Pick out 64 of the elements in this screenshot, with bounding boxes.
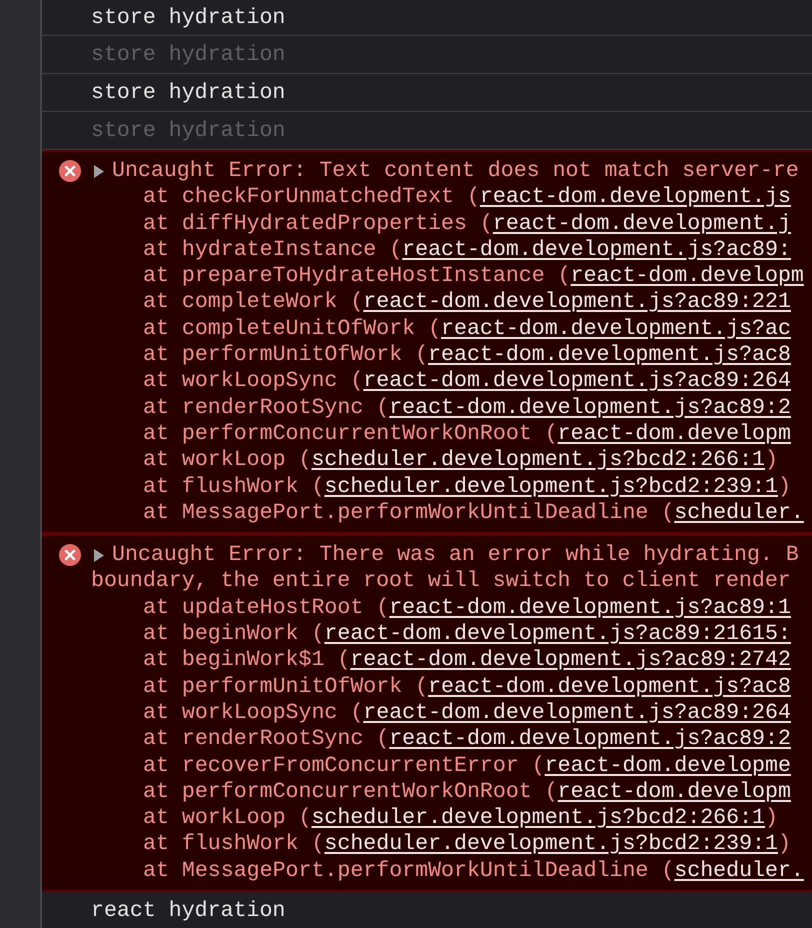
source-link[interactable]: react-dom.development.js?ac89:	[402, 236, 791, 264]
source-link[interactable]: react-dom.developm	[570, 263, 804, 290]
source-link[interactable]: react-dom.development.js?ac89:21615:	[324, 621, 791, 648]
source-link[interactable]: react-dom.development.js	[480, 184, 791, 211]
source-link[interactable]: scheduler.	[674, 858, 804, 884]
stack-frame: at workLoop (	[143, 447, 312, 474]
stack-frame-end: )	[765, 805, 778, 832]
source-link[interactable]: react-dom.development.js?ac89:264	[363, 700, 791, 726]
stack-frame: at workLoopSync (	[143, 700, 364, 726]
stack-frame: at renderRootSync (	[143, 394, 390, 421]
expand-triangle-icon[interactable]	[93, 548, 105, 562]
stack-frame: at performUnitOfWork (	[143, 674, 428, 700]
stack-frame: at beginWork (	[143, 621, 324, 648]
stack-frame: at checkForUnmatchedText (	[143, 184, 480, 211]
error-message: boundary, the entire root will switch to client render	[91, 568, 792, 595]
stack-frame: at updateHostRoot (	[143, 594, 390, 622]
stack-frame: at beginWork$1 (	[143, 647, 350, 674]
log-message: store hydration	[91, 42, 286, 66]
source-link[interactable]: react-dom.developm	[558, 778, 791, 806]
error-icon	[58, 160, 80, 182]
stack-frame: at performConcurrentWorkOnRoot (	[143, 420, 558, 448]
source-link[interactable]: react-dom.development.js?ac89:2	[389, 726, 791, 753]
error-message: Uncaught Error: There was an error while hydrating. B	[112, 542, 799, 568]
stack-frame: at performConcurrentWorkOnRoot (	[143, 778, 558, 806]
error-message: Uncaught Error: Text content does not match server-re	[112, 158, 799, 184]
log-message: react hydration	[91, 898, 286, 923]
source-link[interactable]: react-dom.development.js?ac8	[428, 342, 791, 368]
stack-frame: at recoverFromConcurrentError (	[143, 752, 545, 779]
stack-frame: at prepareToHydrateHostInstance (	[143, 263, 571, 290]
source-link[interactable]: react-dom.development.js?ac	[441, 316, 791, 342]
source-link[interactable]: react-dom.development.js?ac89:2742	[350, 647, 791, 674]
error-icon	[58, 544, 80, 566]
expand-triangle-icon[interactable]	[93, 164, 105, 178]
source-link[interactable]: react-dom.development.js?ac89:221	[363, 289, 791, 316]
stack-frame-end: )	[778, 474, 791, 500]
source-link[interactable]: scheduler.	[674, 500, 804, 526]
stack-frame: at workLoop (	[143, 805, 312, 832]
source-link[interactable]: react-dom.development.js?ac89:1	[389, 594, 791, 622]
stack-frame-end: )	[778, 831, 791, 858]
source-link[interactable]: react-dom.development.j	[492, 210, 791, 237]
source-link[interactable]: react-dom.development.js?ac89:264	[363, 368, 791, 395]
stack-frame: at flushWork (	[143, 474, 324, 500]
log-message: store hydration	[91, 6, 286, 30]
stack-frame: at workLoopSync (	[143, 368, 364, 395]
stack-frame: at MessagePort.performWorkUntilDeadline (	[143, 858, 674, 884]
source-link[interactable]: react-dom.development.js?ac89:2	[389, 394, 791, 421]
stack-frame: at hydrateInstance (	[143, 236, 402, 264]
stack-frame: at renderRootSync (	[143, 726, 390, 753]
stack-frame: at performUnitOfWork (	[143, 342, 428, 368]
stack-frame: at completeWork (	[143, 289, 364, 316]
stack-frame: at diffHydratedProperties (	[143, 210, 493, 237]
source-link[interactable]: scheduler.development.js?bcd2:266:1	[311, 447, 766, 474]
stack-frame: at flushWork (	[143, 831, 324, 858]
source-link[interactable]: scheduler.development.js?bcd2:266:1	[311, 805, 766, 832]
source-link[interactable]: scheduler.development.js?bcd2:239:1	[324, 474, 778, 500]
source-link[interactable]: react-dom.developm	[558, 420, 791, 448]
source-link[interactable]: scheduler.development.js?bcd2:239:1	[324, 831, 778, 858]
log-message: store hydration	[91, 118, 286, 142]
stack-frame: at completeUnitOfWork (	[143, 316, 442, 342]
stack-frame: at MessagePort.performWorkUntilDeadline (	[143, 500, 674, 526]
source-link[interactable]: react-dom.developme	[544, 752, 791, 779]
log-message: store hydration	[91, 80, 286, 104]
source-link[interactable]: react-dom.development.js?ac8	[428, 674, 791, 700]
stack-frame-end: )	[765, 447, 778, 474]
